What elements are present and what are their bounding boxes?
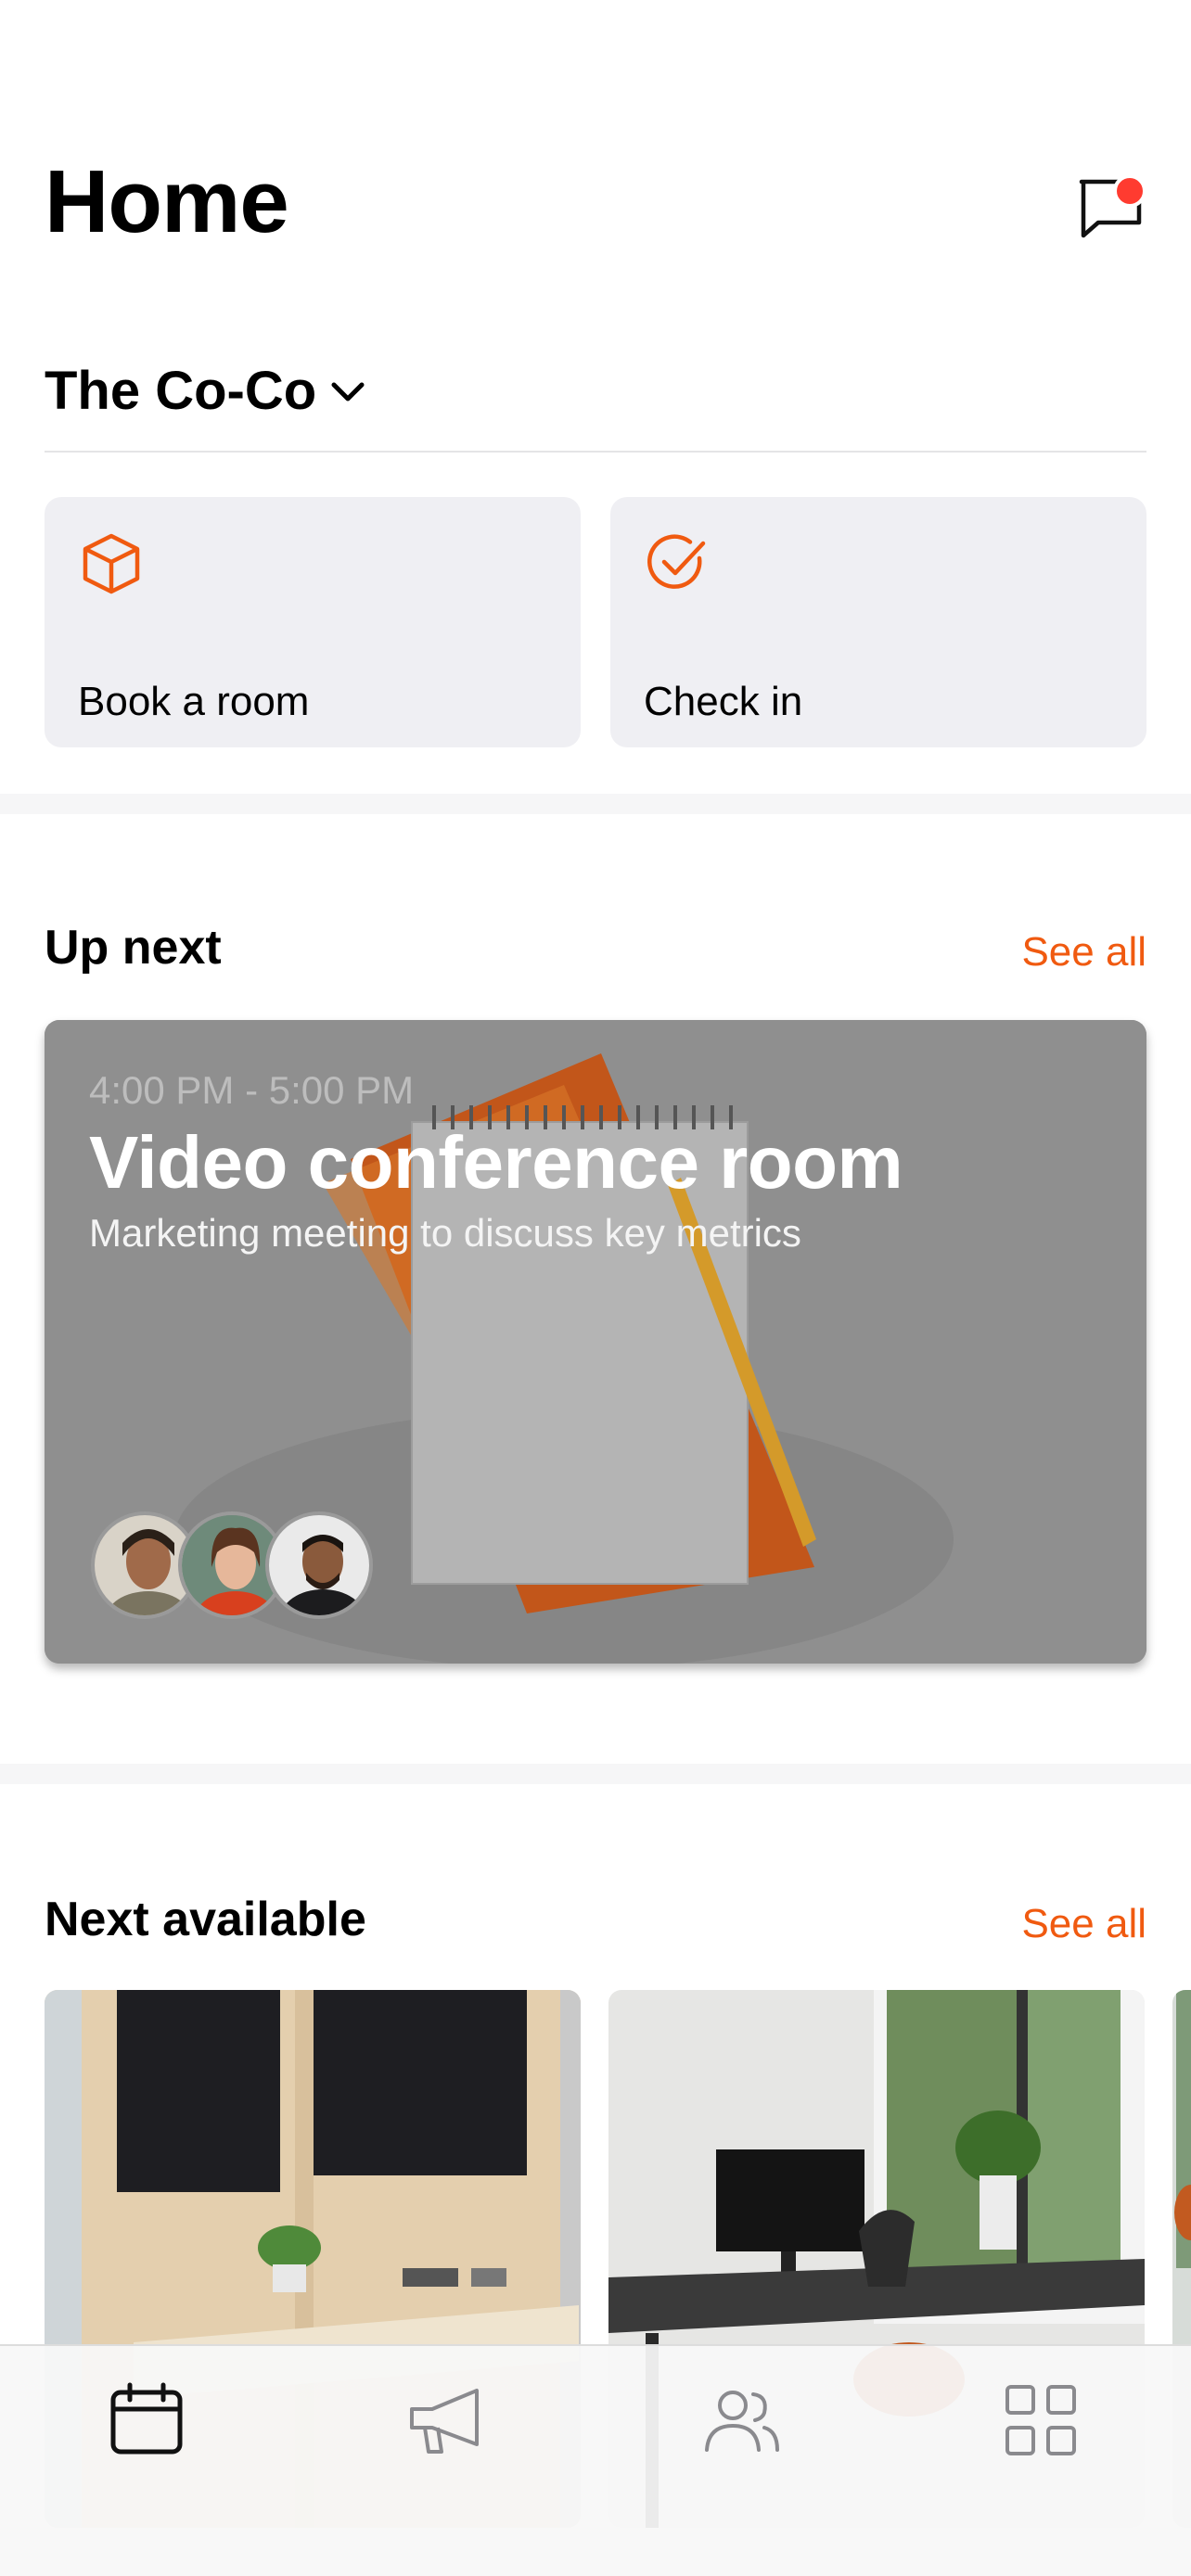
up-next-title: Up next <box>45 921 222 975</box>
cube-icon <box>83 533 140 594</box>
next-available-title: Next available <box>45 1893 366 1946</box>
calendar-icon <box>110 2382 183 2455</box>
event-description: Marketing meeting to discuss key metrics <box>89 1211 801 1255</box>
people-icon <box>705 2391 779 2452</box>
book-room-label: Book a room <box>78 679 310 724</box>
upcoming-event-card[interactable]: 4:00 PM - 5:00 PM Video conference room … <box>45 1020 1146 1664</box>
up-next-see-all-link[interactable]: See all <box>1021 929 1146 976</box>
attendee-avatar <box>265 1511 373 1619</box>
divider <box>45 451 1146 453</box>
check-circle-icon <box>647 534 706 589</box>
chevron-down-icon <box>331 382 365 401</box>
page-title: Home <box>45 152 289 251</box>
section-separator <box>0 794 1191 814</box>
notification-badge <box>1113 174 1146 208</box>
event-title: Video conference room <box>89 1121 903 1204</box>
check-in-label: Check in <box>644 679 803 724</box>
tab-calendar[interactable] <box>106 2379 187 2461</box>
next-available-see-all-link[interactable]: See all <box>1021 1901 1146 1947</box>
tab-announcements[interactable] <box>404 2379 486 2461</box>
location-selector[interactable]: The Co-Co <box>45 360 366 422</box>
tab-people[interactable] <box>701 2379 783 2461</box>
event-time: 4:00 PM - 5:00 PM <box>89 1068 415 1112</box>
grid-icon <box>1005 2385 1076 2455</box>
section-separator <box>0 1764 1191 1784</box>
location-name: The Co-Co <box>45 361 317 421</box>
tab-more[interactable] <box>1000 2379 1082 2461</box>
megaphone-icon <box>410 2389 479 2454</box>
check-in-button[interactable]: Check in <box>610 497 1146 747</box>
book-room-button[interactable]: Book a room <box>45 497 581 747</box>
tab-bar <box>0 2344 1191 2576</box>
